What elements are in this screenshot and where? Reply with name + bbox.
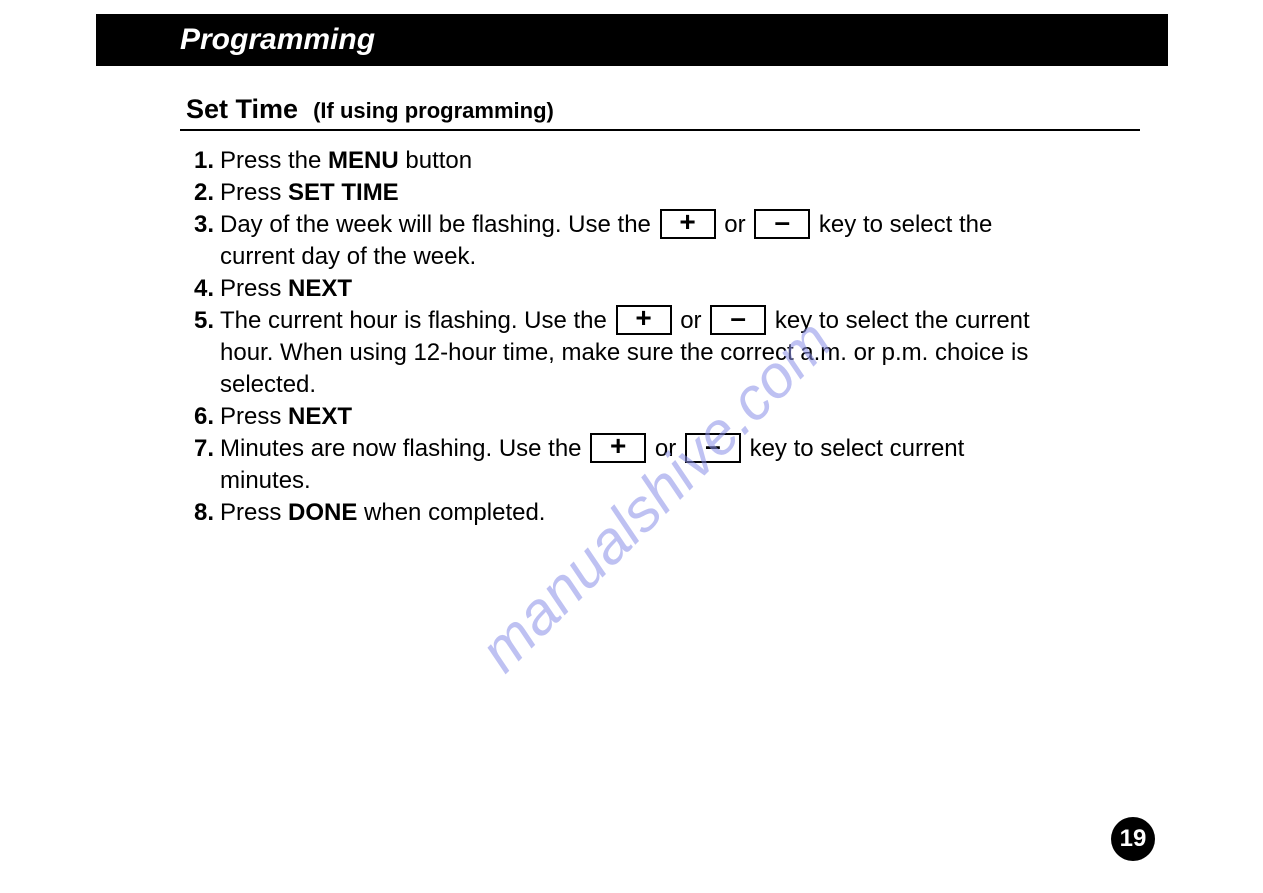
step-text: The current hour is flashing. Use the	[220, 307, 614, 334]
section-subtitle: (If using programming)	[313, 98, 554, 123]
step-text: when completed.	[357, 499, 545, 526]
menu-label: MENU	[328, 147, 399, 174]
header-bar: Programming	[96, 14, 1168, 66]
step-8: Press DONE when completed.	[220, 497, 1140, 529]
step-3: Day of the week will be flashing. Use th…	[220, 209, 1030, 273]
content-area: Set Time (If using programming) Press th…	[180, 96, 1140, 529]
step-6: Press NEXT	[220, 401, 1140, 433]
step-text: Press the	[220, 147, 328, 174]
step-4: Press NEXT	[220, 273, 1140, 305]
settime-label: SET TIME	[288, 179, 399, 206]
step-text: Press	[220, 499, 288, 526]
step-text: Press	[220, 275, 288, 302]
steps-list: Press the MENU button Press SET TIME Day…	[180, 145, 1140, 529]
or-text: or	[680, 307, 701, 334]
page-number: 19	[1120, 825, 1147, 852]
step-1: Press the MENU button	[220, 145, 1140, 177]
plus-key-icon: +	[660, 209, 716, 239]
step-text: button	[399, 147, 472, 174]
minus-key-icon: –	[710, 305, 766, 335]
minus-key-icon: –	[685, 433, 741, 463]
or-text: or	[724, 211, 745, 238]
minus-key-icon: –	[754, 209, 810, 239]
next-label: NEXT	[288, 403, 352, 430]
plus-key-icon: +	[590, 433, 646, 463]
page-number-badge: 19	[1111, 817, 1155, 861]
header-title: Programming	[180, 23, 375, 56]
section-title-row: Set Time (If using programming)	[180, 96, 1140, 131]
next-label: NEXT	[288, 275, 352, 302]
step-2: Press SET TIME	[220, 177, 1140, 209]
step-text: Press	[220, 403, 288, 430]
step-text: Minutes are now flashing. Use the	[220, 435, 588, 462]
step-7: Minutes are now flashing. Use the + or –…	[220, 433, 1000, 497]
section-title: Set Time	[186, 94, 298, 124]
step-text: Press	[220, 179, 288, 206]
step-text: Day of the week will be flashing. Use th…	[220, 211, 658, 238]
done-label: DONE	[288, 499, 357, 526]
or-text: or	[655, 435, 676, 462]
step-5: The current hour is flashing. Use the + …	[220, 305, 1040, 401]
plus-key-icon: +	[616, 305, 672, 335]
